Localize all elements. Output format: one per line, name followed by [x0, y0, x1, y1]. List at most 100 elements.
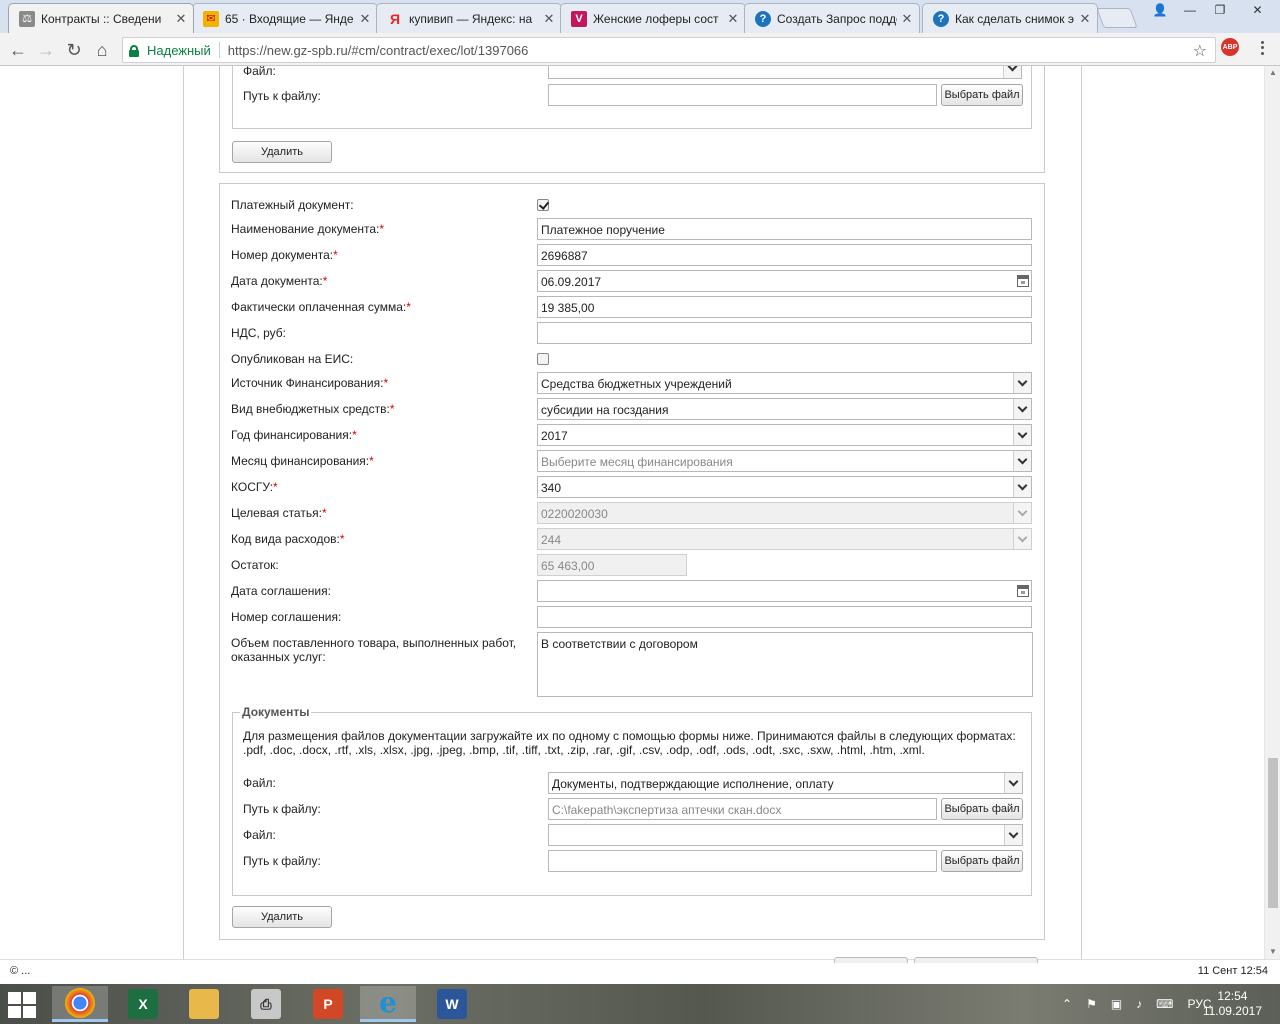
back-icon[interactable]: ←: [6, 39, 30, 61]
system-tray: ⌃ ⚑ ▣ ♪ ⌨ РУС: [1062, 984, 1212, 1024]
scroll-down-icon[interactable]: ▼: [1265, 945, 1280, 959]
tab-title: Создать Запрос подде: [777, 11, 897, 26]
forward-icon[interactable]: →: [34, 39, 58, 61]
extrabudget-select[interactable]: субсидии на госздания: [537, 398, 1032, 420]
agreement-date-input[interactable]: [537, 580, 1032, 602]
reload-icon[interactable]: ↻: [62, 39, 86, 61]
tab-support[interactable]: ? Создать Запрос подде ✕: [744, 3, 920, 33]
taskbar-explorer[interactable]: [176, 986, 232, 1022]
file-path-input[interactable]: [548, 84, 937, 106]
paid-sum-input[interactable]: 19 385,00: [537, 296, 1032, 318]
network-icon[interactable]: ▣: [1111, 997, 1122, 1011]
footer-button-stub[interactable]: [834, 957, 908, 963]
maximize-button[interactable]: ❐: [1205, 0, 1235, 20]
taskbar-powerpoint[interactable]: P: [300, 986, 356, 1022]
choose-file-button[interactable]: Выбрать файл: [941, 84, 1023, 106]
copyright-text: © ...: [10, 965, 31, 977]
taskbar-printer[interactable]: ⎙: [238, 986, 294, 1022]
documents-info-line2: .pdf, .doc, .docx, .rtf, .xls, .xlsx, .j…: [243, 743, 925, 757]
bookmark-star-icon[interactable]: ☆: [1193, 41, 1207, 61]
close-icon[interactable]: ✕: [175, 11, 187, 27]
file-path-input[interactable]: C:\fakepath\экспертиза аптечки скан.docx: [548, 798, 937, 820]
file-type-select[interactable]: [548, 824, 1023, 846]
chevron-down-icon: [1004, 773, 1022, 793]
kosgu-select[interactable]: 340: [537, 476, 1032, 498]
taskbar-chrome[interactable]: [52, 986, 108, 1022]
remainder-label: Остаток:: [231, 558, 279, 572]
delete-button[interactable]: Удалить: [232, 141, 332, 163]
agreement-number-label: Номер соглашения:: [231, 610, 342, 624]
close-icon[interactable]: ✕: [727, 11, 739, 27]
adblock-icon[interactable]: ABP: [1221, 38, 1239, 56]
user-icon[interactable]: 👤: [1145, 0, 1175, 20]
published-checkbox[interactable]: [537, 353, 549, 365]
scrollbar-thumb[interactable]: [1268, 758, 1278, 908]
file-type-select[interactable]: [548, 66, 1022, 79]
chevron-down-icon: [1013, 529, 1031, 549]
chevron-down-icon: [1013, 477, 1031, 497]
funding-month-select[interactable]: Выберите месяц финансирования: [537, 450, 1032, 472]
documents-legend: Документы: [240, 705, 312, 719]
vip-icon: V: [571, 10, 587, 27]
doc-date-input[interactable]: 06.09.2017: [537, 270, 1032, 292]
choose-file-button[interactable]: Выбрать файл: [941, 798, 1023, 820]
tab-mail[interactable]: ✉ 65 · Входящие — Янде ✕: [192, 3, 378, 33]
volume-textarea[interactable]: В соответствии с договором: [537, 632, 1033, 697]
close-window-button[interactable]: ✕: [1235, 0, 1280, 20]
close-icon[interactable]: ✕: [359, 11, 371, 27]
extrabudget-value: субсидии на госздания: [541, 403, 669, 417]
volume-icon[interactable]: ♪: [1136, 997, 1142, 1011]
flag-icon[interactable]: ⚑: [1086, 997, 1097, 1011]
vat-input[interactable]: [537, 322, 1032, 344]
expense-code-select: 244: [537, 528, 1032, 550]
funding-source-select[interactable]: Средства бюджетных учреждений: [537, 372, 1032, 394]
taskbar-excel[interactable]: X: [115, 986, 171, 1022]
footer-button-stub[interactable]: [914, 957, 1038, 963]
file-type-value: Документы, подтверждающие исполнение, оп…: [552, 777, 834, 791]
page-scrollbar[interactable]: ▲ ▼: [1264, 66, 1280, 959]
taskbar-word[interactable]: W: [424, 986, 480, 1022]
chevron-down-icon: [1013, 373, 1031, 393]
payment-doc-checkbox[interactable]: [537, 199, 549, 211]
kosgu-value: 340: [541, 481, 562, 495]
calendar-icon[interactable]: [1017, 275, 1029, 287]
agreement-number-input[interactable]: [537, 606, 1032, 628]
close-icon[interactable]: ✕: [901, 11, 913, 27]
file-path-input[interactable]: [548, 850, 937, 872]
page-viewport: Файл: Путь к файлу: Выбрать файл Удалить…: [0, 66, 1264, 959]
tab-screenshot[interactable]: ? Как сделать снимок э ✕: [922, 3, 1098, 33]
content-column: Файл: Путь к файлу: Выбрать файл Удалить…: [183, 66, 1082, 959]
scroll-up-icon[interactable]: ▲: [1265, 66, 1280, 80]
close-icon[interactable]: ✕: [1079, 11, 1091, 27]
chevron-up-icon[interactable]: ⌃: [1062, 997, 1072, 1011]
funding-source-value: Средства бюджетных учреждений: [541, 377, 732, 391]
minimize-button[interactable]: —: [1175, 0, 1205, 20]
doc-number-input[interactable]: 2696887: [537, 244, 1032, 266]
tab-contracts[interactable]: ⚖ Контракты :: Сведени ✕: [8, 3, 194, 33]
chevron-down-icon: [1013, 503, 1031, 523]
address-bar[interactable]: Надежный https://new.gz-spb.ru/#cm/contr…: [122, 37, 1216, 63]
folder-icon: [189, 989, 219, 1019]
documents-fieldset: Документы Для размещения файлов документ…: [232, 705, 1032, 896]
taskbar-ie[interactable]: e: [360, 986, 416, 1022]
new-tab-button[interactable]: [1096, 8, 1138, 28]
doc-name-input[interactable]: Платежное поручение: [537, 218, 1032, 240]
browser-menu-icon[interactable]: [1255, 40, 1269, 56]
tab-loafers[interactable]: V Женские лоферы сост ✕: [560, 3, 746, 33]
taskbar-clock[interactable]: 12:54 11.09.2017: [1203, 989, 1262, 1019]
funding-year-select[interactable]: 2017: [537, 424, 1032, 446]
close-icon[interactable]: ✕: [543, 11, 555, 27]
choose-file-button[interactable]: Выбрать файл: [941, 850, 1023, 872]
delete-button[interactable]: Удалить: [232, 906, 332, 928]
windows-start-icon[interactable]: [8, 992, 38, 1018]
chevron-down-icon: [1013, 451, 1031, 471]
path-label: Путь к файлу:: [243, 89, 321, 103]
file-type-select[interactable]: Документы, подтверждающие исполнение, оп…: [548, 772, 1023, 794]
tab-yandex[interactable]: Я купивип — Яндекс: на ✕: [376, 3, 562, 33]
keyboard-icon[interactable]: ⌨: [1156, 997, 1173, 1011]
documents-info-line1: Для размещения файлов документации загру…: [243, 729, 1016, 743]
home-icon[interactable]: ⌂: [90, 39, 114, 61]
expense-code-label: Код вида расходов:*: [231, 532, 345, 546]
vat-label: НДС, руб:: [231, 326, 287, 340]
calendar-icon[interactable]: [1017, 585, 1029, 597]
